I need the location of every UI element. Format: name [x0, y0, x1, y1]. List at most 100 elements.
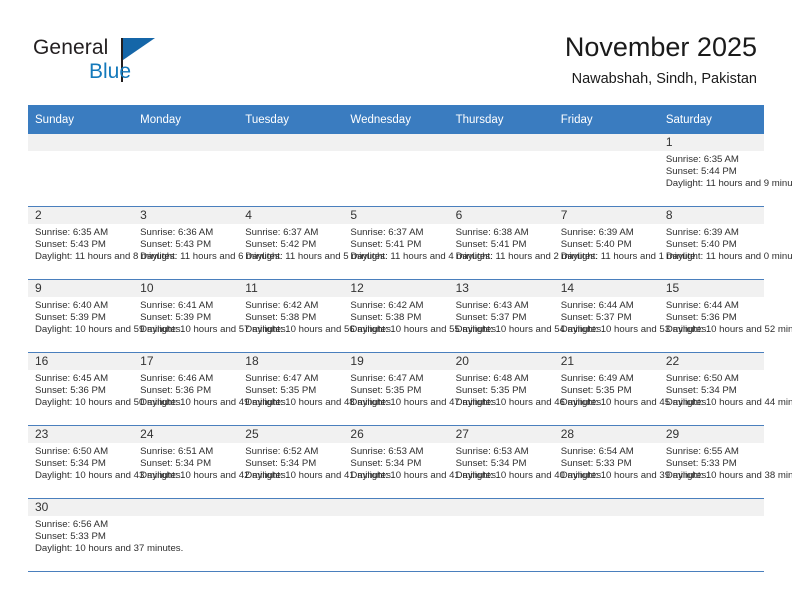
- day-number-band: [133, 134, 239, 151]
- calendar-day-cell[interactable]: 9 Sunrise: 6:40 AM Sunset: 5:39 PM Daylight…: [28, 279, 183, 353]
- calendar-day-cell[interactable]: 14 Sunrise: 6:44 AM Sunset: 5:37 PM Dayligh…: [553, 279, 709, 353]
- sunset-text: Sunset: 5:34 PM: [140, 458, 212, 470]
- calendar-day-cell[interactable]: 27 Sunrise: 6:53 AM Sunset: 5:34 PM Dayligh…: [448, 425, 604, 499]
- sunset-text: Sunset: 5:39 PM: [140, 312, 212, 324]
- calendar-day-cell[interactable]: 1 Sunrise: 6:35 AM Sunset: 5:44 PM Daylight…: [658, 134, 792, 207]
- day-number: 30: [28, 499, 134, 516]
- daylight-text: Daylight: 10 hours and 48 minutes.: [245, 397, 394, 409]
- day-number-band: [28, 134, 134, 151]
- calendar-day-cell[interactable]: 22 Sunrise: 6:50 AM Sunset: 5:34 PM Dayligh…: [658, 352, 792, 426]
- sunset-text: Sunset: 5:35 PM: [455, 385, 527, 397]
- calendar-week-row: 23 Sunrise: 6:50 AM Sunset: 5:34 PM Dayligh…: [28, 425, 792, 499]
- calendar-header-row: Sunday Monday Tuesday Wednesday Thursday Frid…: [28, 105, 764, 134]
- calendar-day-cell[interactable]: 16 Sunrise: 6:45 AM Sunset: 5:36 PM Dayligh…: [28, 352, 183, 426]
- sunset-text: Sunset: 5:34 PM: [35, 458, 106, 470]
- cell-inner: 18 Sunrise: 6:47 AM Sunset: 5:35 PM Dayligh…: [238, 353, 394, 425]
- cell-inner: 19 Sunrise: 6:47 AM Sunset: 5:35 PM Dayligh…: [343, 353, 499, 425]
- calendar-day-cell[interactable]: 13 Sunrise: 6:43 AM Sunset: 5:37 PM Dayligh…: [448, 279, 604, 353]
- sunrise-text: Sunrise: 6:53 AM: [350, 446, 424, 457]
- calendar-day-cell[interactable]: 10 Sunrise: 6:41 AM Sunset: 5:39 PM Dayligh…: [133, 279, 289, 353]
- day-number: 14: [553, 280, 659, 297]
- calendar-day-cell[interactable]: 11 Sunrise: 6:42 AM Sunset: 5:38 PM Dayligh…: [238, 279, 394, 353]
- calendar-day-cell[interactable]: 2 Sunrise: 6:35 AM Sunset: 5:43 PM Daylight…: [28, 206, 177, 280]
- calendar-day-cell[interactable]: 3 Sunrise: 6:36 AM Sunset: 5:43 PM Daylight…: [133, 206, 282, 280]
- calendar-day-cell[interactable]: 5 Sunrise: 6:37 AM Sunset: 5:41 PM Daylight…: [343, 206, 493, 280]
- calendar-cell-empty: [553, 134, 659, 207]
- calendar-day-cell[interactable]: 24 Sunrise: 6:51 AM Sunset: 5:34 PM Dayligh…: [133, 425, 288, 499]
- sunrise-text: Sunrise: 6:36 AM: [140, 227, 214, 238]
- logo-text-general: General: [33, 36, 109, 59]
- calendar-day-cell[interactable]: 8 Sunrise: 6:39 AM Sunset: 5:40 PM Daylight…: [658, 206, 792, 280]
- calendar-day-cell[interactable]: 15 Sunrise: 6:44 AM Sunset: 5:36 PM Dayligh…: [658, 279, 792, 353]
- day-number: 25: [238, 426, 344, 443]
- day-number: 16: [28, 353, 134, 370]
- day-details: Sunrise: 6:42 AM Sunset: 5:38 PM Daylight:…: [238, 297, 394, 336]
- daylight-text: Daylight: 10 hours and 41 minutes.: [245, 470, 394, 482]
- day-number-band: [238, 499, 344, 516]
- calendar-day-cell[interactable]: 18 Sunrise: 6:47 AM Sunset: 5:35 PM Dayligh…: [238, 352, 394, 426]
- sunrise-text: Sunrise: 6:54 AM: [560, 446, 634, 457]
- sunset-text: Sunset: 5:33 PM: [560, 458, 632, 470]
- sunrise-text: Sunrise: 6:42 AM: [350, 300, 424, 311]
- calendar-day-cell[interactable]: 25 Sunrise: 6:52 AM Sunset: 5:34 PM Dayligh…: [238, 425, 394, 499]
- cell-inner: 11 Sunrise: 6:42 AM Sunset: 5:38 PM Dayligh…: [238, 280, 394, 352]
- day-number: 5: [343, 207, 449, 224]
- daylight-text: Daylight: 11 hours and 1 minute.: [560, 251, 699, 263]
- day-number: 7: [553, 207, 659, 224]
- sunset-text: Sunset: 5:39 PM: [35, 312, 106, 324]
- daylight-text: Daylight: 10 hours and 56 minutes.: [245, 324, 394, 336]
- day-number: 3: [133, 207, 239, 224]
- calendar-day-cell[interactable]: 26 Sunrise: 6:53 AM Sunset: 5:34 PM Dayligh…: [343, 425, 499, 499]
- calendar-day-cell[interactable]: 4 Sunrise: 6:37 AM Sunset: 5:42 PM Daylight…: [238, 206, 388, 280]
- title-block: November 2025 Nawabshah, Sindh, Pakistan: [257, 30, 757, 90]
- day-details: Sunrise: 6:54 AM Sunset: 5:33 PM Daylight:…: [554, 443, 709, 482]
- calendar-day-cell[interactable]: 12 Sunrise: 6:42 AM Sunset: 5:38 PM Dayligh…: [343, 279, 499, 353]
- cell-inner: 26 Sunrise: 6:53 AM Sunset: 5:34 PM Dayligh…: [343, 426, 499, 498]
- calendar-week-row: 1 Sunrise: 6:35 AM Sunset: 5:44 PM Daylight…: [28, 134, 792, 207]
- calendar-cell-empty: [238, 498, 344, 572]
- calendar-day-cell[interactable]: 17 Sunrise: 6:46 AM Sunset: 5:36 PM Dayligh…: [133, 352, 288, 426]
- sunrise-text: Sunrise: 6:42 AM: [245, 300, 319, 311]
- calendar-day-cell[interactable]: 20 Sunrise: 6:48 AM Sunset: 5:35 PM Dayligh…: [448, 352, 604, 426]
- general-blue-logo[interactable]: General Blue: [33, 36, 233, 92]
- cell-inner: 6 Sunrise: 6:38 AM Sunset: 5:41 PM Daylight…: [448, 207, 598, 279]
- cell-inner: 14 Sunrise: 6:44 AM Sunset: 5:37 PM Dayligh…: [553, 280, 709, 352]
- day-details: Sunrise: 6:41 AM Sunset: 5:39 PM Daylight:…: [133, 297, 289, 336]
- calendar-day-cell[interactable]: 29 Sunrise: 6:55 AM Sunset: 5:33 PM Dayligh…: [658, 425, 792, 499]
- sunrise-text: Sunrise: 6:39 AM: [560, 227, 634, 238]
- calendar-cell-empty: [553, 498, 659, 572]
- cell-inner: [553, 499, 659, 571]
- day-details: Sunrise: 6:50 AM Sunset: 5:34 PM Daylight:…: [28, 443, 183, 482]
- calendar-day-cell[interactable]: 19 Sunrise: 6:47 AM Sunset: 5:35 PM Dayligh…: [343, 352, 499, 426]
- day-details: Sunrise: 6:43 AM Sunset: 5:37 PM Daylight:…: [449, 297, 604, 336]
- day-details: Sunrise: 6:49 AM Sunset: 5:35 PM Daylight:…: [554, 370, 709, 409]
- day-number: 11: [238, 280, 344, 297]
- cell-inner: 13 Sunrise: 6:43 AM Sunset: 5:37 PM Dayligh…: [448, 280, 604, 352]
- day-number: 13: [448, 280, 554, 297]
- day-number: 28: [553, 426, 659, 443]
- calendar-day-cell[interactable]: 21 Sunrise: 6:49 AM Sunset: 5:35 PM Dayligh…: [553, 352, 709, 426]
- sunset-text: Sunset: 5:37 PM: [560, 312, 632, 324]
- calendar-week-row: 2 Sunrise: 6:35 AM Sunset: 5:43 PM Daylight…: [28, 206, 792, 280]
- day-details: Sunrise: 6:50 AM Sunset: 5:34 PM Daylight:…: [659, 370, 792, 409]
- cell-inner: 15 Sunrise: 6:44 AM Sunset: 5:36 PM Dayligh…: [658, 280, 792, 352]
- calendar-day-cell[interactable]: 30 Sunrise: 6:56 AM Sunset: 5:33 PM Dayligh…: [28, 498, 183, 572]
- day-details: Sunrise: 6:36 AM Sunset: 5:43 PM Daylight:…: [133, 224, 282, 263]
- daylight-text: Daylight: 11 hours and 5 minutes.: [245, 251, 388, 263]
- cell-inner: 29 Sunrise: 6:55 AM Sunset: 5:33 PM Dayligh…: [658, 426, 792, 498]
- day-details: Sunrise: 6:37 AM Sunset: 5:42 PM Daylight:…: [238, 224, 388, 263]
- calendar-day-cell[interactable]: 7 Sunrise: 6:39 AM Sunset: 5:40 PM Daylight…: [553, 206, 699, 280]
- cell-inner: 28 Sunrise: 6:54 AM Sunset: 5:33 PM Dayligh…: [553, 426, 709, 498]
- day-number: 4: [238, 207, 344, 224]
- calendar-day-cell[interactable]: 28 Sunrise: 6:54 AM Sunset: 5:33 PM Dayligh…: [553, 425, 709, 499]
- day-number-band: [448, 134, 554, 151]
- cell-inner: [133, 134, 239, 206]
- sunrise-text: Sunrise: 6:49 AM: [560, 373, 634, 384]
- daylight-text: Daylight: 10 hours and 57 minutes.: [140, 324, 289, 336]
- calendar-day-cell[interactable]: 23 Sunrise: 6:50 AM Sunset: 5:34 PM Dayligh…: [28, 425, 183, 499]
- calendar-day-cell[interactable]: 6 Sunrise: 6:38 AM Sunset: 5:41 PM Daylight…: [448, 206, 598, 280]
- cell-inner: [238, 499, 344, 571]
- sunrise-text: Sunrise: 6:43 AM: [455, 300, 529, 311]
- calendar-week-row: 16 Sunrise: 6:45 AM Sunset: 5:36 PM Dayligh…: [28, 352, 792, 426]
- sunrise-text: Sunrise: 6:50 AM: [35, 446, 109, 457]
